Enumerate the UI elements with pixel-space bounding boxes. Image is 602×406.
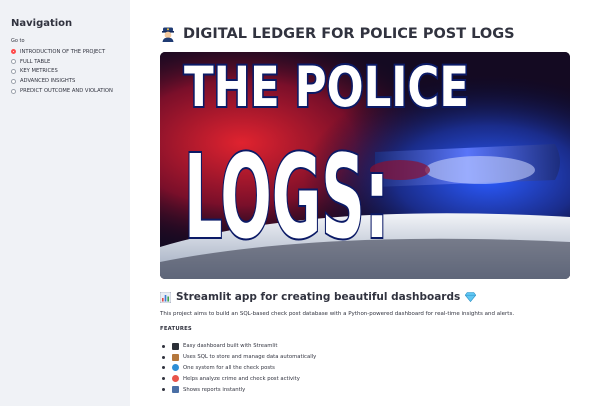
list-item: Shows reports instantly	[160, 384, 316, 395]
no-entry-icon	[172, 375, 179, 383]
feature-text: One system for all the check posts	[183, 364, 275, 371]
bullet-icon	[162, 355, 165, 359]
list-item: Easy dashboard built with Streamlit	[160, 341, 316, 352]
bullet-icon	[162, 377, 165, 381]
police-officer-icon	[160, 26, 176, 42]
bar-chart-icon	[159, 291, 172, 303]
goto-label: Go to	[11, 38, 25, 44]
section-heading: Streamlit app for creating beautiful das…	[159, 291, 477, 303]
features-label: FEATURES	[160, 326, 192, 332]
list-item: Helps analyze crime and check post activ…	[160, 373, 316, 384]
page-title: DIGITAL LEDGER FOR POLICE POST LOGS	[160, 26, 515, 42]
radio-unselected-icon	[11, 68, 16, 74]
radio-label: FULL TABLE	[20, 58, 51, 65]
list-item: One system for all the check posts	[160, 363, 316, 374]
chart-icon	[172, 386, 179, 394]
feature-text: Shows reports instantly	[183, 386, 246, 393]
radio-label: KEY METRICES	[20, 68, 58, 75]
page-title-text: DIGITAL LEDGER FOR POLICE POST LOGS	[183, 26, 515, 42]
package-icon	[172, 353, 179, 361]
radio-label: INTRODUCTION OF THE PROJECT	[20, 48, 106, 55]
navigation-radio-group: INTRODUCTION OF THE PROJECT FULL TABLE K…	[11, 47, 130, 96]
bullet-icon	[162, 388, 165, 392]
radio-selected-icon	[11, 49, 16, 55]
radio-key-metrices[interactable]: KEY METRICES	[11, 67, 130, 77]
radio-label: ADVANCED INSIGHTS	[20, 78, 76, 85]
sidebar: Navigation Go to INTRODUCTION OF THE PRO…	[0, 0, 130, 406]
feature-text: Easy dashboard built with Streamlit	[183, 343, 278, 350]
radio-introduction[interactable]: INTRODUCTION OF THE PROJECT	[11, 47, 130, 57]
main-content: DIGITAL LEDGER FOR POLICE POST LOGS THE …	[130, 0, 602, 406]
radio-full-table[interactable]: FULL TABLE	[11, 57, 130, 67]
radio-unselected-icon	[11, 88, 16, 94]
radio-predict-outcome[interactable]: PREDICT OUTCOME AND VIOLATION	[11, 86, 130, 96]
bullet-icon	[162, 344, 165, 348]
hero-image: THE POLICE LOGS:	[160, 52, 570, 279]
hero-line2: LOGS:	[184, 131, 389, 265]
gem-icon	[465, 292, 477, 303]
feature-list: Easy dashboard built with Streamlit Uses…	[160, 341, 316, 395]
globe-icon	[172, 364, 179, 372]
list-item: Uses SQL to store and manage data automa…	[160, 352, 316, 363]
feature-text: Helps analyze crime and check post activ…	[183, 375, 300, 382]
sidebar-title: Navigation	[11, 18, 73, 29]
intro-text: This project aims to build an SQL-based …	[160, 311, 515, 317]
radio-label: PREDICT OUTCOME AND VIOLATION	[20, 88, 113, 95]
police-logs-banner-graphic: THE POLICE LOGS:	[160, 52, 570, 279]
section-heading-text: Streamlit app for creating beautiful das…	[176, 291, 461, 303]
hero-line1: THE POLICE	[184, 55, 469, 119]
bullet-icon	[162, 366, 165, 370]
desktop-icon	[172, 342, 179, 350]
radio-advanced-insights[interactable]: ADVANCED INSIGHTS	[11, 76, 130, 86]
radio-unselected-icon	[11, 59, 16, 65]
radio-unselected-icon	[11, 78, 16, 84]
feature-text: Uses SQL to store and manage data automa…	[183, 354, 317, 361]
